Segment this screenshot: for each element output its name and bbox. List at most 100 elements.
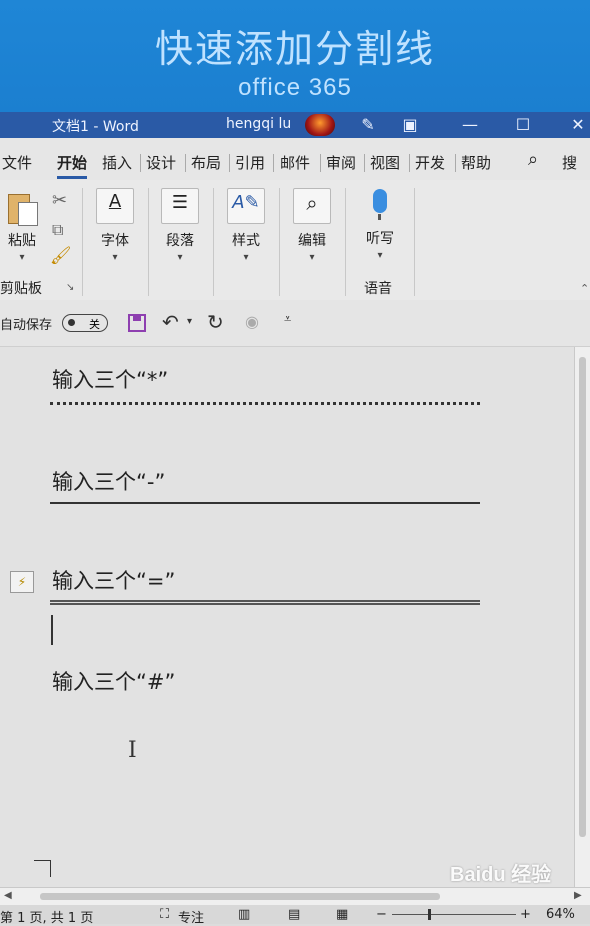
tab-view[interactable]: 视图 [370, 152, 400, 173]
tab-divider [229, 154, 230, 172]
chevron-down-icon[interactable]: ▾ [187, 316, 192, 327]
maximize-button[interactable]: ☐ [503, 112, 543, 138]
microphone-icon [362, 188, 398, 222]
close-button[interactable]: ✕ [558, 112, 590, 138]
font-label: 字体 [101, 233, 129, 249]
ribbon-display-icon[interactable]: ▣ [390, 112, 430, 138]
font-button[interactable]: A 字体 ▾ [93, 188, 137, 263]
scroll-left-icon[interactable]: ◀ [4, 890, 12, 901]
search-label[interactable]: 搜 [562, 152, 577, 173]
clipboard-group-label: 剪贴板 [0, 281, 42, 297]
autosave-toggle[interactable]: 关 [62, 314, 108, 332]
tab-divider [140, 154, 141, 172]
ribbon-home: 粘贴 ▾ ✂ ⧉ 🖌 剪贴板 ↘ A 字体 ▾ ☰ 段落 ▾ A✎ 样式 ▾ ⌕ [0, 180, 590, 301]
paragraph-button[interactable]: ☰ 段落 ▾ [158, 188, 202, 263]
styles-button[interactable]: A✎ 样式 ▾ [224, 188, 268, 263]
scroll-right-icon[interactable]: ▶ [574, 890, 582, 901]
find-icon: ⌕ [293, 188, 331, 224]
cut-icon[interactable]: ✂ [52, 190, 67, 211]
toggle-knob [68, 319, 75, 326]
status-bar: 第 1 页, 共 1 页 ⛶ 专注 ▥ ▤ ▦ − + 64% [0, 905, 590, 926]
dotted-divider-line [50, 402, 480, 405]
print-layout-icon[interactable]: ▤ [288, 907, 300, 922]
styles-label: 样式 [232, 233, 260, 249]
customize-qat-icon[interactable]: ⩡ [284, 312, 291, 327]
tab-references[interactable]: 引用 [235, 152, 265, 173]
font-color-icon: A [96, 188, 134, 224]
redo-icon[interactable]: ↻ [207, 310, 224, 334]
document-line-equals: 输入三个“=” [52, 569, 176, 593]
clipboard-icon [6, 190, 38, 226]
tab-review[interactable]: 审阅 [326, 152, 356, 173]
window-titlebar: 文档1 - Word hengqi lu ✎ ▣ — ☐ ✕ [0, 112, 590, 138]
save-icon[interactable] [128, 314, 146, 332]
dictate-label: 听写 [366, 231, 394, 247]
zoom-slider-knob[interactable] [428, 909, 431, 920]
undo-icon[interactable]: ↶ [162, 310, 179, 334]
page-count[interactable]: 第 1 页, 共 1 页 [0, 907, 93, 926]
quick-access-toolbar: 自动保存 关 ↶ ▾ ↻ ◉ ⩡ [0, 300, 590, 347]
focus-icon[interactable]: ⛶ [160, 907, 169, 922]
user-avatar[interactable] [305, 114, 335, 136]
group-divider [82, 188, 83, 296]
banner-title: 快速添加分割线 [154, 27, 435, 71]
autosave-label: 自动保存 [0, 318, 53, 333]
tab-insert[interactable]: 插入 [102, 152, 132, 173]
paste-label: 粘贴 [8, 233, 36, 249]
search-icon[interactable]: ⌕ [528, 149, 538, 170]
zoom-out-button[interactable]: − [376, 907, 387, 922]
tab-help[interactable]: 帮助 [461, 152, 491, 173]
read-mode-icon[interactable]: ▥ [238, 907, 250, 922]
copy-icon[interactable]: ⧉ [52, 220, 63, 240]
paste-button[interactable]: 粘贴 ▾ [2, 190, 42, 263]
double-divider-line [50, 600, 480, 605]
tab-divider [320, 154, 321, 172]
document-line-hash: 输入三个“#” [52, 670, 176, 694]
tab-developer[interactable]: 开发 [415, 152, 445, 173]
minimize-button[interactable]: — [450, 112, 490, 138]
ribbon-tabs: 文件 开始 插入 设计 布局 引用 邮件 审阅 视图 开发 帮助 ⌕ 搜 [0, 138, 590, 180]
zoom-level[interactable]: 64% [546, 907, 575, 922]
tab-file[interactable]: 文件 [2, 152, 32, 173]
tab-divider [455, 154, 456, 172]
tab-divider [364, 154, 365, 172]
zoom-in-button[interactable]: + [520, 907, 531, 922]
user-name[interactable]: hengqi lu [226, 116, 291, 132]
chevron-down-icon[interactable]: ▾ [93, 252, 137, 263]
chevron-down-icon[interactable]: ▾ [224, 252, 268, 263]
scrollbar-thumb[interactable] [40, 893, 440, 900]
chevron-down-icon[interactable]: ▾ [2, 252, 42, 263]
voice-group-label: 语音 [364, 281, 392, 297]
document-line-hyphen: 输入三个“-” [52, 470, 166, 494]
autosave-state: 关 [89, 318, 100, 331]
paragraph-label: 段落 [166, 233, 194, 249]
tab-divider [185, 154, 186, 172]
zoom-slider[interactable] [392, 909, 516, 920]
horizontal-scrollbar[interactable]: ◀ ▶ [0, 887, 590, 906]
chevron-down-icon[interactable]: ▾ [158, 252, 202, 263]
editing-button[interactable]: ⌕ 编辑 ▾ [290, 188, 334, 263]
collapse-ribbon-icon[interactable]: ⌃ [580, 282, 589, 295]
tab-layout[interactable]: 布局 [191, 152, 221, 173]
web-layout-icon[interactable]: ▦ [336, 907, 348, 922]
text-cursor [51, 615, 53, 645]
document-canvas[interactable] [0, 347, 574, 887]
autocorrect-options-icon[interactable]: ⚡ [10, 571, 34, 593]
tab-divider [409, 154, 410, 172]
tab-home[interactable]: 开始 [57, 152, 88, 179]
solid-divider-line [50, 502, 480, 504]
chevron-down-icon[interactable]: ▾ [290, 252, 334, 263]
dictate-button[interactable]: 听写 ▾ [358, 188, 402, 261]
ibeam-pointer-icon: I [128, 738, 137, 763]
scrollbar-thumb[interactable] [579, 357, 586, 837]
focus-label[interactable]: 专注 [178, 907, 204, 926]
touch-mode-icon[interactable]: ◉ [245, 312, 259, 331]
vertical-scrollbar[interactable] [574, 347, 590, 887]
document-line-asterisk: 输入三个“*” [52, 368, 169, 392]
dialog-launcher-icon[interactable]: ↘ [66, 282, 74, 293]
format-painter-icon[interactable]: 🖌 [50, 246, 72, 266]
tab-design[interactable]: 设计 [146, 152, 176, 173]
chevron-down-icon[interactable]: ▾ [358, 250, 402, 261]
tab-mailings[interactable]: 邮件 [280, 152, 310, 173]
pen-icon[interactable]: ✎ [348, 112, 388, 138]
